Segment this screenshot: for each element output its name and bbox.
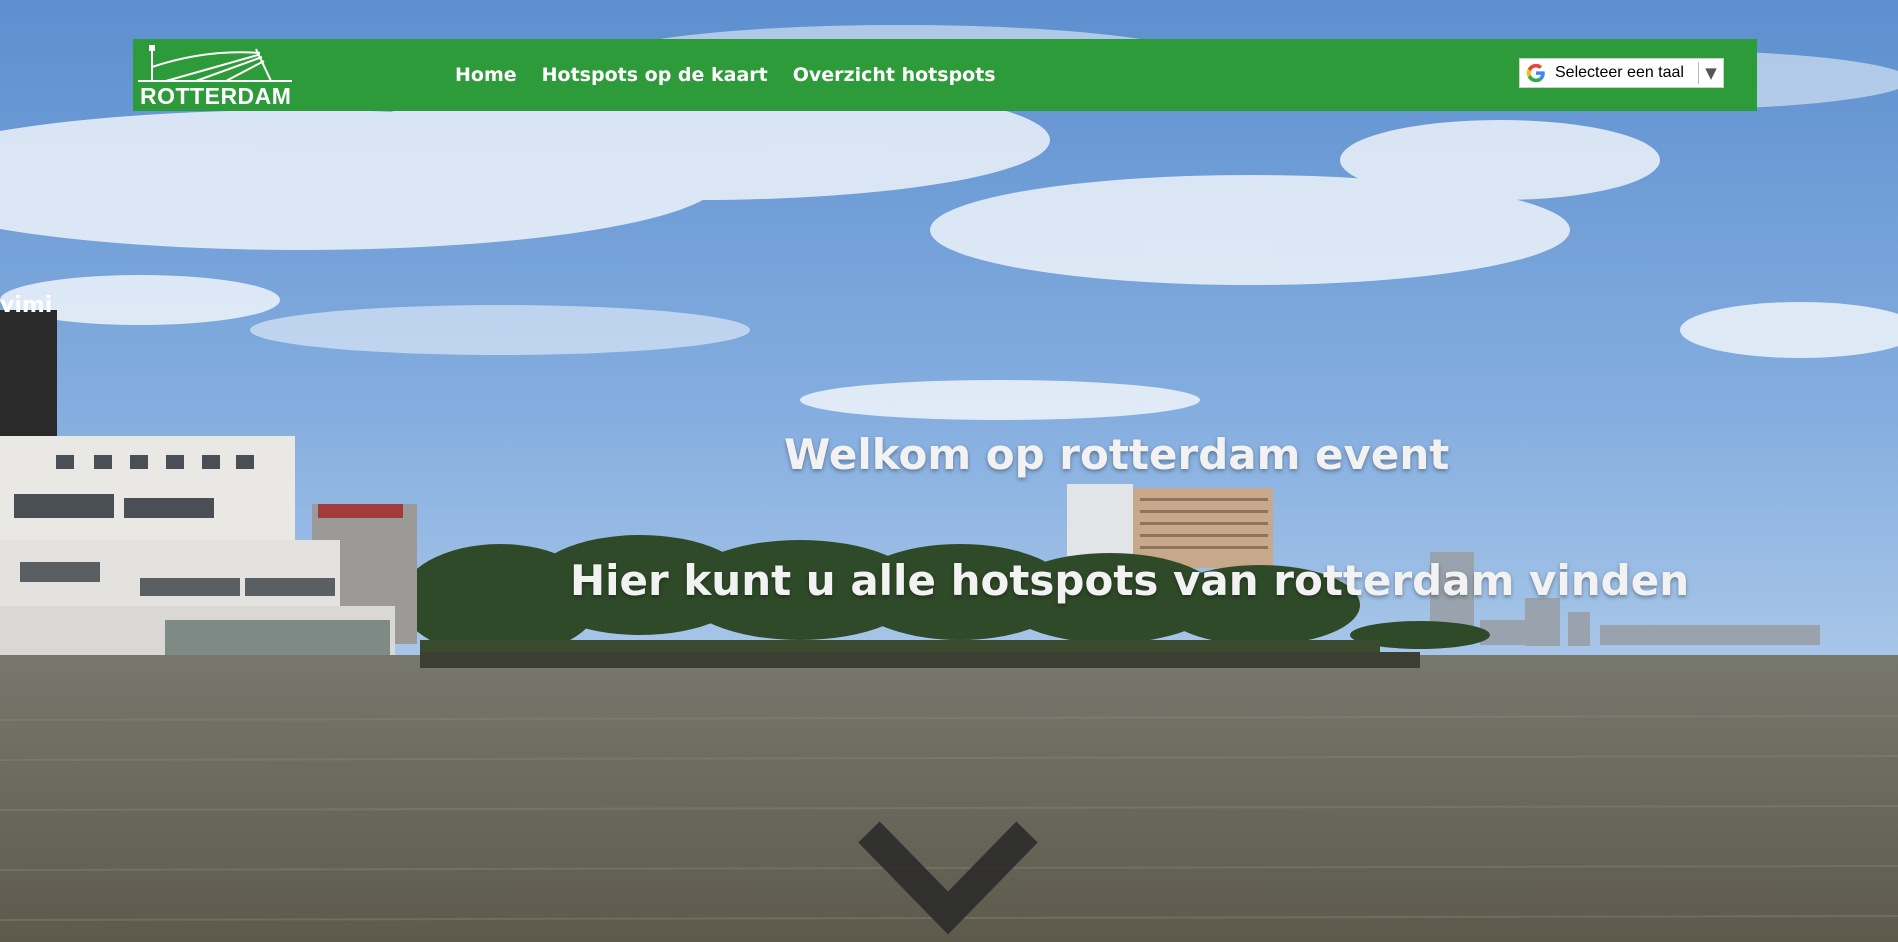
nav-hotspots-map-link[interactable]: Hotspots op de kaart — [542, 64, 768, 86]
navbar: ROTTERDAM Home Hotspots op de kaart Over… — [133, 39, 1757, 111]
logo-text: ROTTERDAM — [140, 83, 292, 109]
nav-hotspots-overview-link[interactable]: Overzicht hotspots — [793, 64, 996, 86]
nav-home-link[interactable]: Home — [455, 64, 517, 86]
chevron-down-icon[interactable] — [855, 820, 1041, 940]
language-select[interactable]: Selecteer een taal ▼ — [1519, 58, 1724, 88]
google-g-icon — [1526, 63, 1545, 83]
caret-down-icon: ▼ — [1705, 64, 1717, 82]
rotterdam-logo[interactable]: ROTTERDAM — [136, 45, 296, 109]
nav-links: Home Hotspots op de kaart Overzicht hots… — [455, 39, 1021, 111]
welcome-heading: Welkom op rotterdam event — [784, 430, 1450, 479]
hotspots-subheading: Hier kunt u alle hotspots van rotterdam … — [570, 556, 1690, 605]
erasmus-bridge-icon — [138, 45, 292, 82]
language-select-label: Selecteer een taal — [1555, 64, 1684, 81]
building-sign: vimi — [0, 293, 52, 318]
